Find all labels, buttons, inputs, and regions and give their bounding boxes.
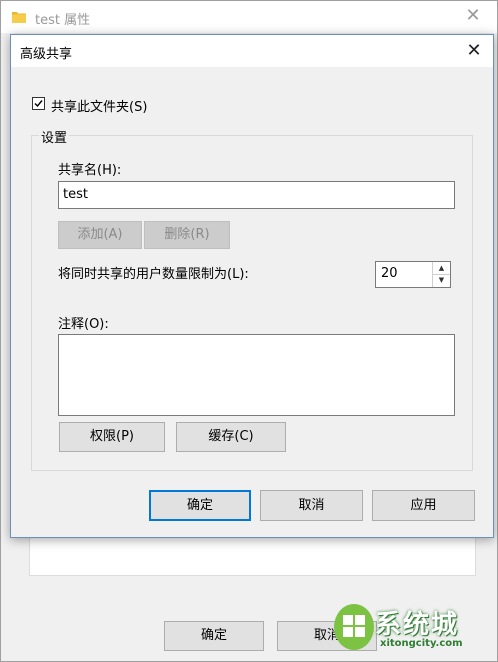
spinner-down-icon[interactable]: ▼ <box>433 274 450 286</box>
watermark-text: 系统城 <box>375 610 460 640</box>
caching-button-label: 缓存(C) <box>208 429 254 444</box>
comment-label: 注释(O): <box>58 317 109 332</box>
caching-button[interactable]: 缓存(C) <box>176 422 286 452</box>
share-name-label: 共享名(H): <box>58 163 122 178</box>
cancel-button-label: 取消 <box>298 498 325 513</box>
site-watermark-logo: 系统城 xitongcity.com <box>330 600 490 656</box>
ok-button-label: 确定 <box>186 498 213 513</box>
spinner-buttons: ▲ ▼ <box>432 262 450 287</box>
checkmark-icon <box>34 100 43 108</box>
add-button[interactable]: 添加(A) <box>58 221 142 249</box>
properties-title: test 属性 <box>35 13 91 28</box>
user-limit-value: 20 <box>381 266 398 281</box>
share-folder-checkbox[interactable] <box>32 97 45 110</box>
settings-group-label: 设置 <box>39 127 70 146</box>
share-folder-label: 共享此文件夹(S) <box>51 100 148 115</box>
user-limit-label: 将同时共享的用户数量限制为(L): <box>58 267 249 282</box>
apply-button[interactable]: 应用 <box>372 490 475 521</box>
properties-titlebar: test 属性 ✕ <box>1 1 497 33</box>
ok-button[interactable]: 确定 <box>149 490 251 521</box>
dialog-titlebar: 高级共享 ✕ <box>11 35 493 67</box>
properties-ok-button[interactable]: 确定 <box>164 621 264 651</box>
windows-logo-icon <box>334 604 374 650</box>
share-name-input[interactable]: test <box>58 181 455 209</box>
add-button-label: 添加(A) <box>77 227 123 242</box>
comment-textarea[interactable] <box>58 334 455 416</box>
dialog-title: 高级共享 <box>20 47 73 62</box>
watermark-url: xitongcity.com <box>380 638 463 649</box>
share-name-value: test <box>63 187 88 202</box>
user-limit-spinner[interactable]: 20 ▲ ▼ <box>375 261 451 288</box>
properties-close-button[interactable]: ✕ <box>463 6 483 26</box>
remove-button[interactable]: 删除(R) <box>144 221 230 249</box>
apply-button-label: 应用 <box>410 498 437 513</box>
folder-icon <box>12 10 26 23</box>
permissions-button[interactable]: 权限(P) <box>59 422 165 452</box>
advanced-sharing-dialog: 高级共享 ✕ 共享此文件夹(S) 设置 共享名(H): test 添加(A) 删… <box>10 34 494 538</box>
cancel-button[interactable]: 取消 <box>260 490 363 521</box>
remove-button-label: 删除(R) <box>164 227 210 242</box>
permissions-button-label: 权限(P) <box>90 429 134 444</box>
properties-ok-label: 确定 <box>200 628 227 643</box>
dialog-close-button[interactable]: ✕ <box>463 40 485 62</box>
